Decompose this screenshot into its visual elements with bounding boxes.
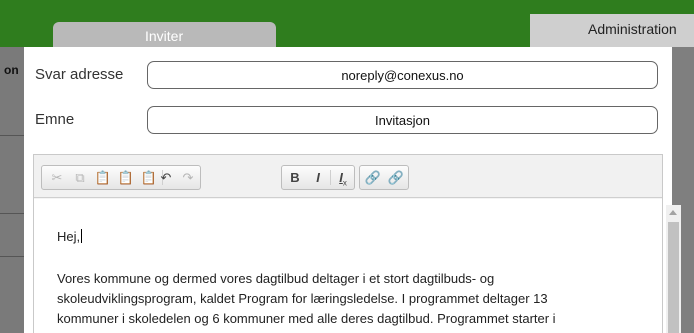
rich-text-editor: ✂ ⧉ 📋 📋 📋 ↶ ↷ B I Ix 🔗 🔗 Hej, Vores komm… xyxy=(33,154,663,333)
scroll-up-icon[interactable] xyxy=(669,210,677,215)
link-icon[interactable]: 🔗 xyxy=(362,166,384,189)
editor-scrollbar[interactable] xyxy=(666,205,681,333)
copy-icon[interactable]: ⧉ xyxy=(69,166,91,189)
invite-dialog: Svar adresse Emne ✂ ⧉ 📋 📋 📋 ↶ ↷ B I Ix xyxy=(24,47,672,333)
background-divider xyxy=(0,213,24,214)
remove-format-button[interactable]: Ix xyxy=(332,166,354,189)
editor-content[interactable]: Hej, Vores kommune og dermed vores dagti… xyxy=(34,199,662,333)
reply-address-input[interactable] xyxy=(147,61,658,89)
unlink-icon[interactable]: 🔗 xyxy=(385,166,407,189)
subject-label: Emne xyxy=(35,111,75,128)
background-divider xyxy=(0,135,24,136)
redo-icon[interactable]: ↷ xyxy=(177,166,199,189)
background-fragment-text: on xyxy=(4,63,19,77)
tab-inviter-label: Inviter xyxy=(145,28,184,44)
italic-button[interactable]: I xyxy=(307,166,329,189)
tab-inviter[interactable]: Inviter xyxy=(53,22,276,49)
clipboard-group: ✂ ⧉ 📋 📋 📋 ↶ ↷ xyxy=(41,165,201,190)
link-group: 🔗 🔗 xyxy=(359,165,409,190)
paste-text-icon[interactable]: 📋 xyxy=(115,166,137,189)
editor-paragraph-line: skoleudviklingsprogram, kaldet Program f… xyxy=(57,291,548,306)
format-group: B I Ix xyxy=(281,165,355,190)
undo-icon[interactable]: ↶ xyxy=(155,166,177,189)
toolbar-separator xyxy=(330,170,331,185)
editor-paragraph-line: kommuner i skoledelen og 6 kommuner med … xyxy=(57,311,556,326)
background-left-panel: on xyxy=(0,47,24,333)
tab-administration[interactable]: Administration xyxy=(530,14,694,47)
reply-address-label: Svar adresse xyxy=(35,66,124,83)
text-caret xyxy=(81,229,83,243)
paste-icon[interactable]: 📋 xyxy=(92,166,114,189)
cut-icon[interactable]: ✂ xyxy=(46,166,68,189)
subject-input[interactable] xyxy=(147,106,658,134)
editor-greeting: Hej, xyxy=(57,229,83,244)
editor-paragraph-line: Vores kommune og dermed vores dagtilbud … xyxy=(57,271,495,286)
bold-button[interactable]: B xyxy=(284,166,306,189)
scrollbar-thumb[interactable] xyxy=(668,222,679,333)
background-divider xyxy=(0,256,24,257)
editor-toolbar: ✂ ⧉ 📋 📋 📋 ↶ ↷ B I Ix 🔗 🔗 xyxy=(34,155,662,198)
tab-administration-label: Administration xyxy=(588,21,677,37)
